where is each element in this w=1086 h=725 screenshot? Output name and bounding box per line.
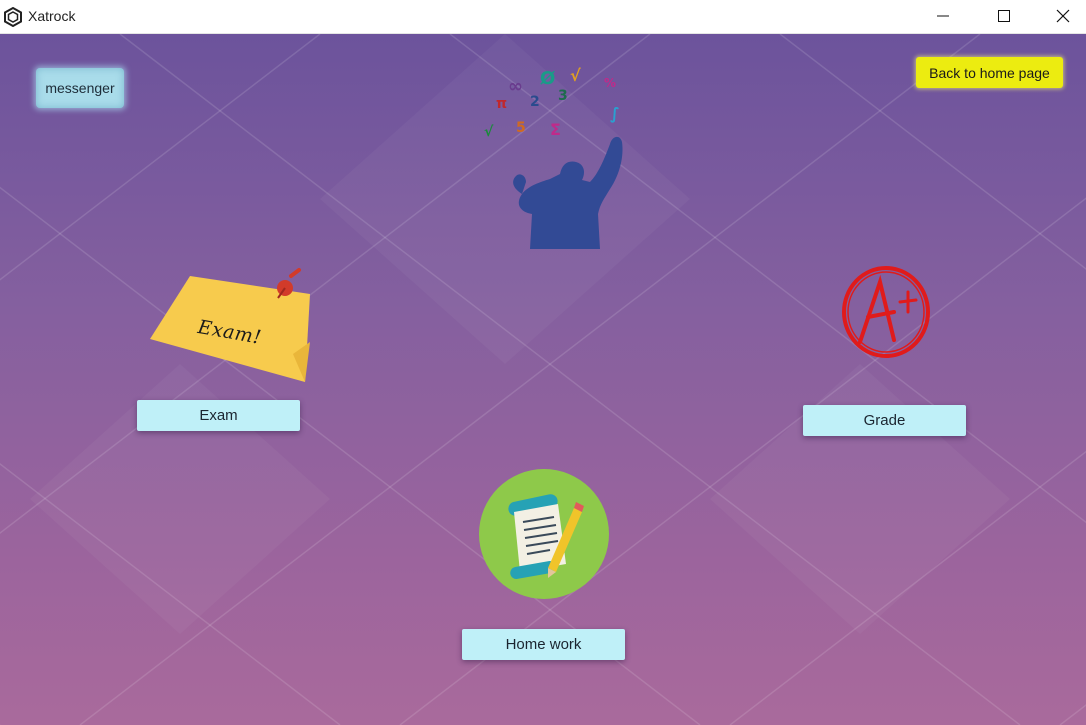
close-button[interactable] (1040, 0, 1086, 33)
hexagon-app-icon (4, 7, 22, 27)
window-titlebar: Xatrock (0, 0, 1086, 34)
a-plus-circle-graphic (842, 266, 930, 358)
math-symbol: ∫ (610, 104, 620, 123)
math-symbol: Ø (540, 68, 556, 89)
grade-button[interactable]: Grade (803, 405, 966, 436)
minimize-button[interactable] (920, 0, 966, 33)
math-symbol: 2 (530, 94, 540, 110)
homework-scroll-graphic (479, 469, 609, 599)
back-to-home-button[interactable]: Back to home page (916, 57, 1063, 88)
maximize-icon (998, 10, 1010, 22)
grade-a-plus-image (838, 262, 933, 362)
homework-button[interactable]: Home work (462, 629, 625, 660)
math-symbol: ∞ (508, 76, 523, 97)
main-canvas: messenger Back to home page ∞ π Ø 2 3 5 … (0, 34, 1086, 725)
homework-scroll-image (478, 468, 610, 600)
math-symbol: √ (570, 66, 581, 85)
math-symbol: √ (484, 124, 494, 140)
math-symbol: % (604, 76, 617, 90)
messenger-button[interactable]: messenger (36, 68, 124, 108)
close-icon (1056, 9, 1070, 23)
minimize-icon (937, 15, 949, 17)
maximize-button[interactable] (981, 0, 1027, 33)
math-symbol: π (496, 96, 508, 112)
math-juggler-image: ∞ π Ø 2 3 5 √ Σ % ∫ √ (470, 64, 645, 254)
math-symbol: 5 (516, 120, 526, 136)
exam-button[interactable]: Exam (137, 400, 300, 431)
window-title: Xatrock (28, 8, 76, 24)
math-symbol: Σ (550, 120, 561, 139)
math-symbol: 3 (558, 88, 568, 104)
